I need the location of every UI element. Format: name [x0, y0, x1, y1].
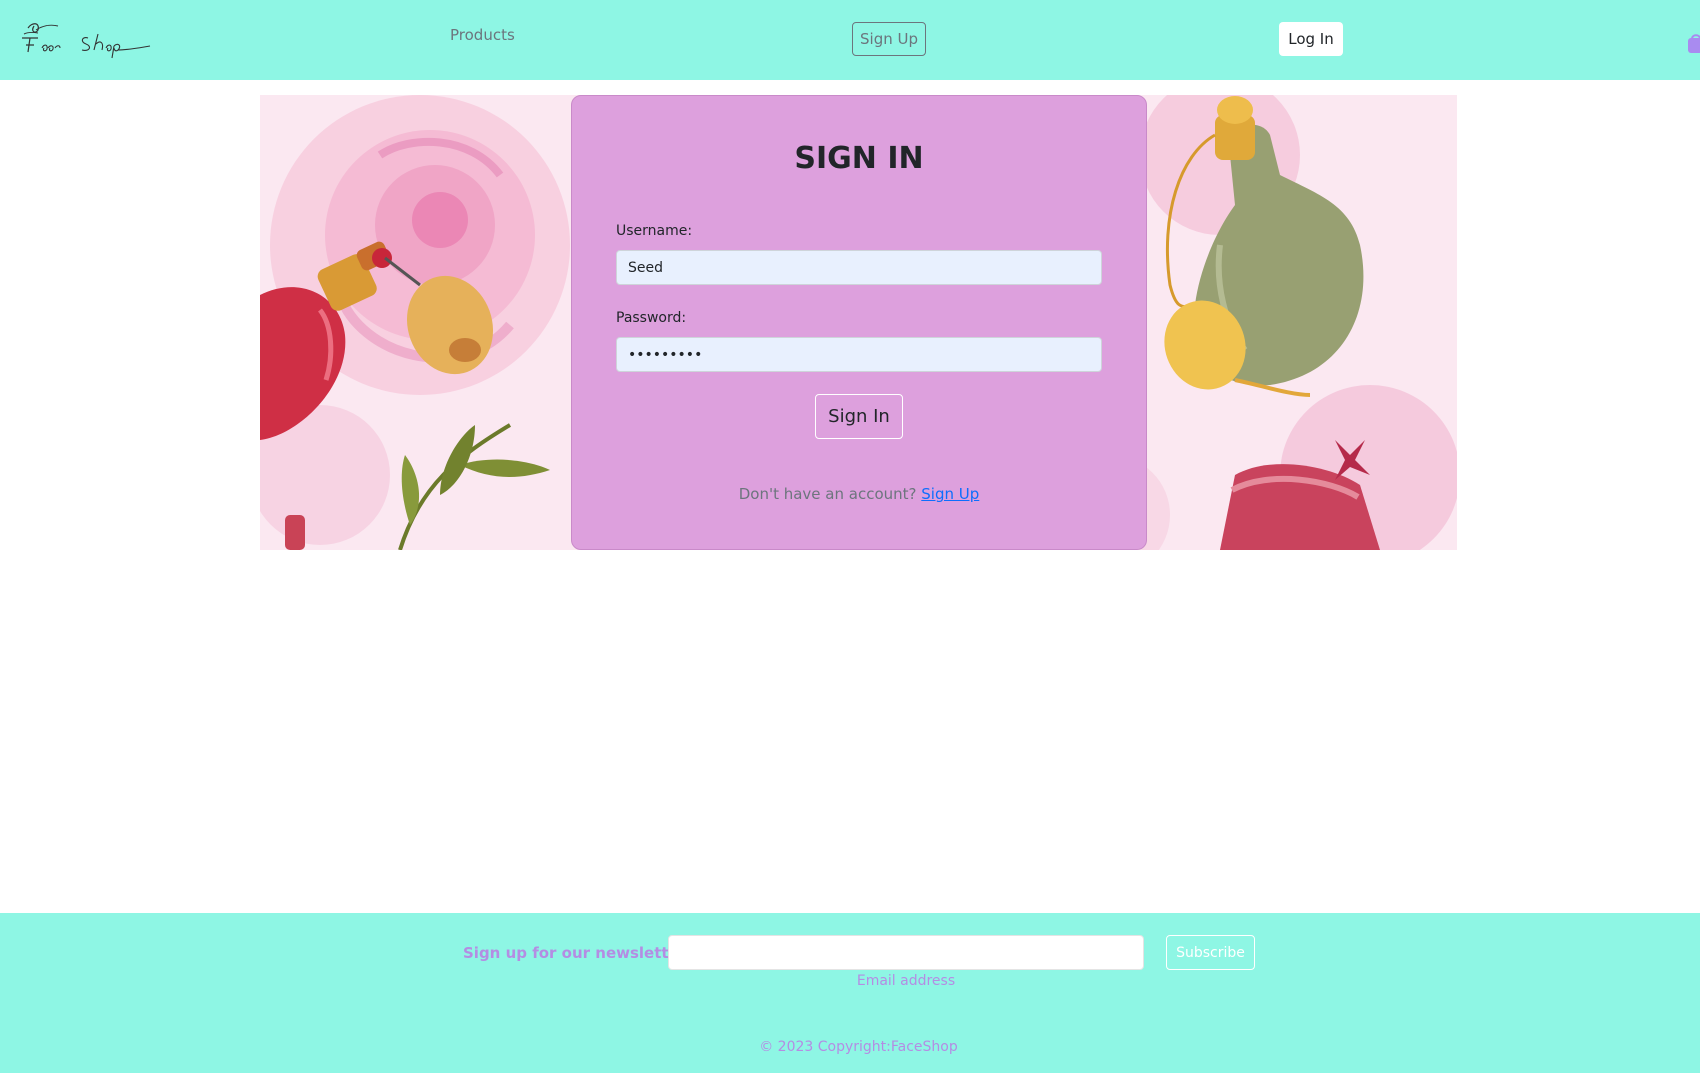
no-account-text: Don't have an account? [738, 485, 917, 503]
email-hint: Email address [856, 973, 956, 989]
shopping-bag-icon[interactable] [1686, 30, 1700, 54]
nav-login-button[interactable]: Log In [1279, 22, 1343, 56]
signin-card: SIGN IN Username: Password: Sign In Don'… [571, 95, 1147, 550]
brand-logo[interactable] [18, 20, 158, 60]
navbar: Products Sign Up Log In [0, 0, 1700, 80]
subscribe-button[interactable]: Subscribe [1166, 935, 1255, 970]
password-label: Password: [616, 310, 687, 326]
no-account-line: Don't have an account? Sign Up [572, 485, 1146, 503]
username-input[interactable] [616, 250, 1102, 285]
nav-signup-button[interactable]: Sign Up [852, 22, 926, 56]
signup-link[interactable]: Sign Up [921, 485, 979, 503]
newsletter-label: Sign up for our newsletter [463, 944, 687, 962]
username-label: Username: [616, 223, 693, 239]
newsletter-email-input[interactable] [668, 935, 1144, 970]
logo-flower-icon [22, 23, 151, 59]
signin-button[interactable]: Sign In [815, 394, 903, 439]
nav-products-link[interactable]: Products [450, 26, 515, 44]
signin-title: SIGN IN [794, 141, 924, 176]
password-input[interactable] [616, 337, 1102, 372]
copyright-text: © 2023 Copyright:FaceShop [759, 1039, 958, 1055]
footer: Sign up for our newsletter Email address… [0, 913, 1700, 1073]
